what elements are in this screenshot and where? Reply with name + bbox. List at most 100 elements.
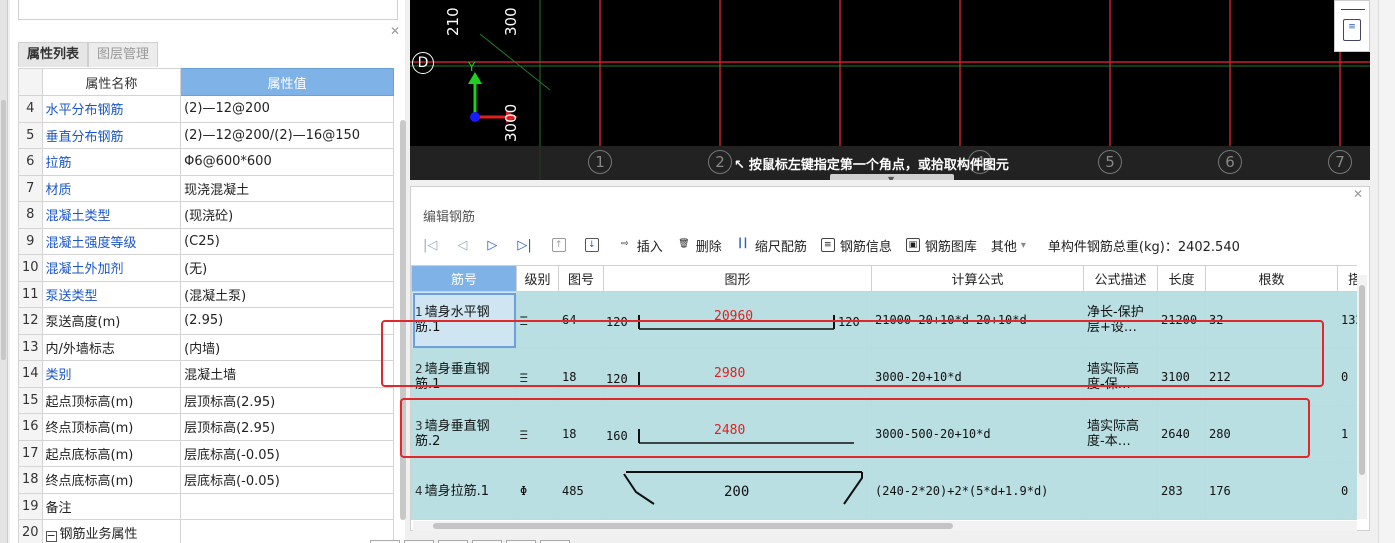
move-up-button[interactable]: ↑ [551, 238, 571, 252]
figure-number-cell[interactable]: 18 [558, 405, 604, 463]
property-row[interactable]: 11 泵送类型 (混凝土泵) [18, 280, 394, 308]
count-cell[interactable]: 280 [1205, 405, 1338, 463]
length-cell[interactable]: 283 [1157, 462, 1206, 520]
table-row[interactable]: 2 墙身垂直钢筋.1 Ⲷ 18 120 2980 3000-20+10*d 墙实际高度-… [411, 348, 1357, 406]
formula-desc-cell[interactable]: 墙实际高度-本… [1083, 405, 1158, 463]
length-cell[interactable]: 21200 [1157, 291, 1206, 349]
scale-rebar-button[interactable]: ┃┃ 缩尺配筋 [736, 236, 806, 255]
figure-number-cell[interactable]: 64 [558, 291, 604, 349]
scroll-thumb[interactable] [1359, 285, 1365, 475]
list-icon[interactable]: ≡ [1343, 19, 1361, 41]
formula-desc-cell[interactable]: 墙实际高度-保… [1083, 348, 1158, 406]
grade-cell[interactable]: Ⲷ [516, 291, 559, 349]
property-row[interactable]: 15 起点顶标高(m) 层顶标高(2.95) [18, 386, 394, 414]
last-button[interactable]: ▷| [517, 238, 531, 253]
shape-cell[interactable]: 200 [603, 462, 872, 520]
property-value[interactable]: 层顶标高(2.95) [180, 386, 394, 414]
property-scrollbar[interactable] [400, 120, 406, 520]
formula-cell[interactable]: 3000-500-20+10*d [871, 405, 1084, 463]
property-row[interactable]: 4 水平分布钢筋 (2)—12@200 [18, 95, 394, 123]
formula-cell[interactable]: 21000-20+10*d-20+10*d [871, 291, 1084, 349]
formula-desc-cell[interactable] [1083, 462, 1158, 520]
property-row[interactable]: 5 垂直分布钢筋 (2)—12@200/(2)—16@150 [18, 121, 394, 149]
figure-number-cell[interactable]: 18 [558, 348, 604, 406]
column-header[interactable]: 公式描述 [1083, 265, 1158, 292]
search-input[interactable] [18, 0, 398, 20]
grade-cell[interactable]: Ⲷ [516, 405, 559, 463]
length-cell[interactable]: 3100 [1157, 348, 1206, 406]
property-row[interactable]: 14 类别 混凝土墙 [18, 360, 394, 388]
first-button[interactable]: |◁ [423, 238, 437, 253]
grid-horizontal-scrollbar[interactable] [413, 521, 1357, 531]
property-row[interactable]: 8 混凝土类型 (现浇砼) [18, 201, 394, 229]
column-header[interactable]: 图号 [558, 265, 604, 292]
property-row[interactable]: 19 备注 [18, 492, 394, 520]
count-cell[interactable]: 176 [1205, 462, 1338, 520]
left-scrollbar[interactable] [0, 0, 8, 543]
property-row[interactable]: 18 终点底标高(m) 层底标高(-0.05) [18, 466, 394, 494]
tab-property-list[interactable]: 属性列表 [18, 42, 89, 67]
column-header[interactable]: 搭 [1337, 265, 1357, 292]
collapse-icon[interactable]: − [45, 530, 57, 543]
table-row[interactable]: 4 墙身拉筋.1 Φ 485 200 (240-2*20)+2*(5*d+1.9*d) 2… [411, 462, 1357, 520]
shape-cell[interactable]: 160 2480 [603, 405, 872, 463]
property-value[interactable]: (无) [180, 254, 394, 282]
lap-cell[interactable]: 1 [1337, 405, 1357, 463]
formula-cell[interactable]: (240-2*20)+2*(5*d+1.9*d) [871, 462, 1084, 520]
close-icon[interactable]: ✕ [390, 24, 400, 38]
property-row[interactable]: 7 材质 现浇混凝土 [18, 174, 394, 202]
lap-cell[interactable]: 0 [1337, 348, 1357, 406]
column-header[interactable]: 级别 [516, 265, 559, 292]
property-value[interactable]: 层底标高(-0.05) [180, 466, 394, 494]
property-value[interactable] [180, 519, 394, 543]
property-value[interactable]: (混凝土泵) [180, 280, 394, 308]
other-dropdown[interactable]: 其他 ▾ [991, 236, 1026, 255]
property-value[interactable]: (2)—12@200/(2)—16@150 [180, 121, 394, 149]
shape-cell[interactable]: 120 20960 120 [603, 291, 872, 349]
cad-viewport[interactable]: 210 300 3000 Y D 124567 ↖ 按鼠标左键指定第一个角点，或拾… [410, 0, 1370, 180]
property-value[interactable] [180, 492, 394, 520]
tab-layer-manager[interactable]: 图层管理 [88, 42, 159, 67]
property-row[interactable]: 20− 钢筋业务属性 [18, 519, 394, 543]
property-value[interactable]: Φ6@600*600 [180, 148, 394, 176]
grade-cell[interactable]: Ⲷ [516, 348, 559, 406]
close-icon[interactable]: ✕ [1353, 187, 1363, 201]
column-header[interactable]: 筋号 [411, 265, 517, 292]
delete-button[interactable]: 🗑 删除 [677, 236, 722, 255]
formula-desc-cell[interactable]: 净长-保护层+设… [1083, 291, 1158, 349]
count-cell[interactable]: 32 [1205, 291, 1338, 349]
length-cell[interactable]: 2640 [1157, 405, 1206, 463]
property-row[interactable]: 9 混凝土强度等级 (C25) [18, 227, 394, 255]
rebar-name-cell[interactable]: 2 墙身垂直钢筋.1 [411, 348, 517, 406]
column-header[interactable]: 长度 [1157, 265, 1206, 292]
property-row[interactable]: 13 内/外墙标志 (内墙) [18, 333, 394, 361]
lap-cell[interactable]: 132 [1337, 291, 1357, 349]
property-value[interactable]: 混凝土墙 [180, 360, 394, 388]
column-header[interactable]: 计算公式 [871, 265, 1084, 292]
property-row[interactable]: 17 起点底标高(m) 层底标高(-0.05) [18, 439, 394, 467]
lap-cell[interactable]: 0 [1337, 462, 1357, 520]
property-value[interactable]: (C25) [180, 227, 394, 255]
collapse-handle[interactable]: ▼ [830, 174, 954, 180]
count-cell[interactable]: 212 [1205, 348, 1338, 406]
property-row[interactable]: 16 终点顶标高(m) 层顶标高(2.95) [18, 413, 394, 441]
property-value[interactable]: 层顶标高(2.95) [180, 413, 394, 441]
rebar-name-cell[interactable]: 1 墙身水平钢筋.1 [411, 291, 517, 349]
scroll-thumb[interactable] [433, 523, 953, 529]
shape-cell[interactable]: 120 2980 [603, 348, 872, 406]
grade-cell[interactable]: Φ [516, 462, 559, 520]
property-value[interactable]: 现浇混凝土 [180, 174, 394, 202]
grid-vertical-scrollbar[interactable] [1357, 275, 1367, 519]
rebar-library-button[interactable]: ▣ 钢筋图库 [905, 236, 977, 255]
property-value[interactable]: (2.95) [180, 307, 394, 335]
insert-button[interactable]: ⇨ 插入 [618, 236, 663, 255]
column-header[interactable]: 根数 [1205, 265, 1338, 292]
property-value[interactable]: (现浇砼) [180, 201, 394, 229]
property-row[interactable]: 6 拉筋 Φ6@600*600 [18, 148, 394, 176]
property-value[interactable]: 层底标高(-0.05) [180, 439, 394, 467]
property-row[interactable]: 12 泵送高度(m) (2.95) [18, 307, 394, 335]
property-value[interactable]: (2)—12@200 [180, 95, 394, 123]
move-down-button[interactable]: ↓ [584, 238, 604, 252]
table-row[interactable]: 1 墙身水平钢筋.1 Ⲷ 64 120 20960 120 21000-20+10*d-… [411, 291, 1357, 349]
next-button[interactable]: ▷ [487, 238, 497, 253]
